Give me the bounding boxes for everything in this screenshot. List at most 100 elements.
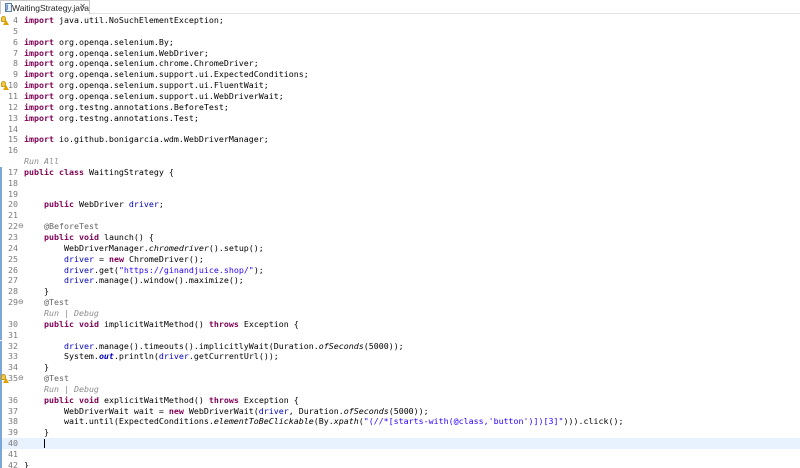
code-token: , Duration. bbox=[288, 405, 344, 416]
code-lens-link[interactable]: Run All bbox=[24, 156, 59, 166]
code-token: import bbox=[24, 90, 54, 101]
code-line-22[interactable]: 22 ⊖ @BeforeTest bbox=[0, 221, 800, 232]
code-text: WebDriverWait wait = new WebDriverWait(d… bbox=[24, 406, 429, 417]
code-line-4[interactable]: 4 import java.util.NoSuchElementException… bbox=[0, 15, 800, 26]
line-number: 5 bbox=[13, 25, 18, 36]
code-token: .get( bbox=[93, 264, 119, 275]
code-token: ofSeconds bbox=[318, 340, 364, 351]
line-number: 40 bbox=[8, 438, 18, 449]
code-text: public WebDriver driver; bbox=[24, 199, 164, 210]
code-line-30[interactable]: 30 public void implicitWaitMethod() thro… bbox=[0, 318, 800, 330]
code-lens-line[interactable]: Run | Debug bbox=[0, 307, 800, 319]
code-line-38[interactable]: 38 wait.until(ExpectedConditions.element… bbox=[0, 416, 800, 428]
line-number: 8 bbox=[13, 58, 18, 69]
line-number: 22 bbox=[8, 221, 18, 232]
code-line-16[interactable]: 16 bbox=[0, 145, 800, 156]
code-line-34[interactable]: 34 } bbox=[0, 362, 800, 374]
code-text: } bbox=[24, 460, 29, 468]
code-line-12[interactable]: 12 import org.testng.annotations.BeforeTe… bbox=[0, 102, 800, 113]
code-line-26[interactable]: 26 driver.get("https://ginandjuice.shop/… bbox=[0, 264, 800, 276]
code-token: org.openqa.selenium.By; bbox=[53, 36, 174, 47]
code-line-5[interactable]: 5 bbox=[0, 26, 800, 37]
code-lens-link[interactable]: Run | Debug bbox=[44, 384, 99, 394]
code-line-6[interactable]: 6 import org.openqa.selenium.By; bbox=[0, 37, 800, 48]
code-line-20[interactable]: 20 public WebDriver driver; bbox=[0, 199, 800, 211]
code-line-21[interactable]: 21 bbox=[0, 210, 800, 222]
code-line-14[interactable]: 14 bbox=[0, 124, 800, 135]
code-line-8[interactable]: 8 import org.openqa.selenium.chrome.Chrom… bbox=[0, 58, 800, 69]
code-token: (By. bbox=[313, 416, 334, 427]
line-number: 9 bbox=[13, 69, 18, 80]
code-line-23[interactable]: 23 public void launch() { bbox=[0, 232, 800, 243]
code-line-28[interactable]: 28 } bbox=[0, 286, 800, 298]
code-line-29[interactable]: 29 ⊖ @Test bbox=[0, 297, 800, 308]
close-icon[interactable]: ✕ bbox=[79, 2, 86, 11]
code-token: ); bbox=[253, 264, 264, 275]
line-number: 31 bbox=[8, 329, 18, 340]
code-line-13[interactable]: 13 import org.testng.annotations.Test; bbox=[0, 113, 800, 124]
code-text: driver.manage().timeouts().implicitlyWai… bbox=[24, 341, 404, 352]
fold-toggle-icon[interactable]: ⊖ bbox=[18, 297, 24, 308]
code-line-36[interactable]: 36 public void explicitWaitMethod() thro… bbox=[0, 394, 800, 406]
code-line-15[interactable]: 15 import io.github.bonigarcia.wdm.WebDri… bbox=[0, 134, 800, 145]
code-line-9[interactable]: 9 import org.openqa.selenium.support.ui.E… bbox=[0, 69, 800, 80]
code-token: driver bbox=[63, 275, 94, 286]
code-token: throws bbox=[208, 318, 239, 329]
change-ruler bbox=[0, 307, 2, 319]
code-text: } bbox=[24, 286, 49, 297]
code-line-40[interactable]: 40 bbox=[0, 438, 800, 449]
code-line-10[interactable]: 10 import org.openqa.selenium.support.ui.… bbox=[0, 80, 800, 91]
change-ruler bbox=[0, 383, 2, 395]
code-lens-link[interactable]: Run | Debug bbox=[44, 308, 99, 318]
code-text: import org.openqa.selenium.support.ui.Ex… bbox=[24, 69, 309, 80]
tab-waiting-strategy[interactable]: J WaitingStrategy.java ✕ bbox=[0, 0, 90, 14]
code-text: @BeforeTest bbox=[24, 221, 99, 232]
code-lens-line[interactable]: Run | Debug bbox=[0, 383, 800, 395]
code-text: @Test bbox=[24, 297, 69, 308]
code-token: void bbox=[78, 232, 99, 242]
fold-toggle-icon[interactable]: ⊖ bbox=[18, 373, 24, 384]
code-line-42[interactable]: 42} bbox=[0, 459, 800, 468]
code-line-33[interactable]: 33 System.out.println(driver.getCurrentU… bbox=[0, 351, 800, 363]
code-line-31[interactable]: 31 bbox=[0, 329, 800, 341]
code-line-37[interactable]: 37 WebDriverWait wait = new WebDriverWai… bbox=[0, 405, 800, 417]
code-token: driver bbox=[63, 340, 94, 351]
code-line-18[interactable]: 18 bbox=[0, 177, 800, 189]
line-number: 13 bbox=[8, 112, 18, 123]
code-line-25[interactable]: 25 driver = new ChromeDriver(); bbox=[0, 253, 800, 265]
code-text: import org.openqa.selenium.support.ui.We… bbox=[24, 91, 284, 102]
code-token: import bbox=[24, 15, 54, 25]
code-line-19[interactable]: 19 bbox=[0, 188, 800, 200]
line-number: 41 bbox=[8, 449, 18, 459]
code-line-11[interactable]: 11 import org.openqa.selenium.support.ui.… bbox=[0, 91, 800, 102]
code-line-35[interactable]: 35 ⊖ @Test bbox=[0, 373, 800, 384]
code-token: public bbox=[43, 318, 74, 329]
code-text: } bbox=[24, 362, 49, 373]
code-line-7[interactable]: 7 import org.openqa.selenium.WebDriver; bbox=[0, 48, 800, 59]
line-number: 32 bbox=[8, 340, 18, 351]
code-token: import bbox=[24, 112, 54, 123]
code-token: import bbox=[24, 80, 54, 91]
code-lens-line[interactable]: Run All bbox=[0, 156, 800, 167]
code-token: org.openqa.selenium.support.ui.FluentWai… bbox=[53, 80, 269, 91]
code-token: wait.until(ExpectedConditions. bbox=[24, 416, 214, 427]
code-line-27[interactable]: 27 driver.manage().window().maximize(); bbox=[0, 275, 800, 287]
code-line-17[interactable]: 17 public class WaitingStrategy { bbox=[0, 166, 800, 178]
line-number: 34 bbox=[8, 362, 18, 373]
code-token: WebDriverManager. bbox=[24, 242, 149, 253]
code-line-39[interactable]: 39 } bbox=[0, 427, 800, 439]
line-number: 25 bbox=[8, 253, 18, 264]
code-line-24[interactable]: 24 WebDriverManager.chromedriver().setup… bbox=[0, 242, 800, 254]
fold-toggle-icon[interactable]: ⊖ bbox=[18, 221, 24, 232]
line-number: 37 bbox=[8, 405, 18, 416]
code-line-41[interactable]: 41 bbox=[0, 449, 800, 460]
code-text: import org.openqa.selenium.By; bbox=[24, 37, 174, 48]
code-token: org.testng.annotations.BeforeTest; bbox=[53, 101, 229, 112]
code-editor[interactable]: 4 import java.util.NoSuchElementException… bbox=[0, 15, 800, 468]
code-line-32[interactable]: 32 driver.manage().timeouts().implicitly… bbox=[0, 340, 800, 352]
code-text: WebDriverManager.chromedriver().setup(); bbox=[24, 243, 264, 254]
